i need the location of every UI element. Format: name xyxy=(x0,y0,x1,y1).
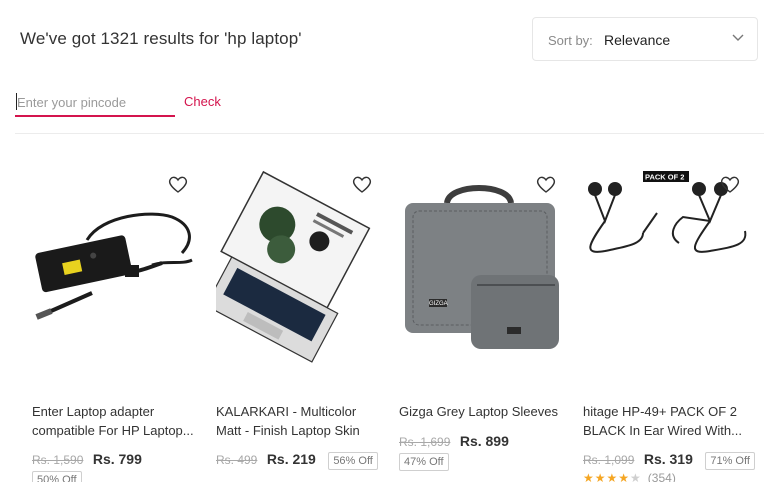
sale-price: Rs. 319 xyxy=(643,451,693,467)
price-row: Rs. 1,099 Rs. 319 71% Off xyxy=(583,451,755,471)
divider xyxy=(15,133,764,134)
mrp-price: Rs. 1,099 xyxy=(583,453,635,467)
check-pincode-button[interactable]: Check xyxy=(184,94,221,109)
sort-label: Sort by: xyxy=(548,33,593,48)
pincode-field[interactable] xyxy=(15,87,175,117)
product-name[interactable]: hitage HP-49+ PACK OF 2 BLACK In Ear Wir… xyxy=(583,402,748,440)
product-image: PACK OF 2 xyxy=(588,171,747,253)
pincode-input[interactable] xyxy=(17,91,172,113)
rating-row: ★★★★★ (354) xyxy=(583,471,676,482)
product-card[interactable]: PACK OF 2 hitage HP-49+ PACK OF 2 BLACK … xyxy=(583,165,755,482)
pack-badge: PACK OF 2 xyxy=(645,173,684,182)
product-card[interactable]: KALARKARI - Multicolor Matt - Finish Lap… xyxy=(216,165,384,482)
heart-icon[interactable] xyxy=(168,176,188,194)
product-name[interactable]: Gizga Grey Laptop Sleeves xyxy=(399,402,564,421)
discount-badge: 47% Off xyxy=(399,453,449,471)
sale-price: Rs. 219 xyxy=(266,451,316,467)
heart-icon[interactable] xyxy=(720,176,740,194)
product-image xyxy=(216,170,371,363)
mrp-price: Rs. 1,590 xyxy=(32,453,84,467)
product-image: GIZGA xyxy=(405,185,559,349)
results-heading: We've got 1321 results for 'hp laptop' xyxy=(20,29,302,48)
product-card[interactable]: Enter Laptop adapter compatible For HP L… xyxy=(32,165,200,482)
sale-price: Rs. 899 xyxy=(459,433,509,449)
chevron-down-icon xyxy=(732,34,744,41)
heart-icon[interactable] xyxy=(536,176,556,194)
price-row: Rs. 1,699 Rs. 899 xyxy=(399,433,517,453)
sort-value: Relevance xyxy=(604,32,671,48)
product-card[interactable]: GIZGA Gizga Grey Laptop Sleeves Rs. 1,69… xyxy=(399,165,567,482)
product-brand-label: GIZGA xyxy=(429,301,448,307)
heart-icon[interactable] xyxy=(352,176,372,194)
price-row: Rs. 1,590 Rs. 799 xyxy=(32,451,150,471)
discount-badge: 50% Off xyxy=(32,471,82,482)
mrp-price: Rs. 1,699 xyxy=(399,435,451,449)
discount-badge: 71% Off xyxy=(705,452,755,470)
product-name[interactable]: KALARKARI - Multicolor Matt - Finish Lap… xyxy=(216,402,381,440)
product-name[interactable]: Enter Laptop adapter compatible For HP L… xyxy=(32,402,197,440)
mrp-price: Rs. 499 xyxy=(216,453,258,467)
rating-count: (354) xyxy=(647,471,676,482)
star-rating-icon: ★★★★★ xyxy=(583,471,642,482)
discount-badge: 56% Off xyxy=(328,452,378,470)
sale-price: Rs. 799 xyxy=(92,451,142,467)
sort-dropdown[interactable]: Sort by: Relevance xyxy=(532,17,758,61)
price-row: Rs. 499 Rs. 219 56% Off xyxy=(216,451,378,471)
product-image xyxy=(35,212,193,320)
